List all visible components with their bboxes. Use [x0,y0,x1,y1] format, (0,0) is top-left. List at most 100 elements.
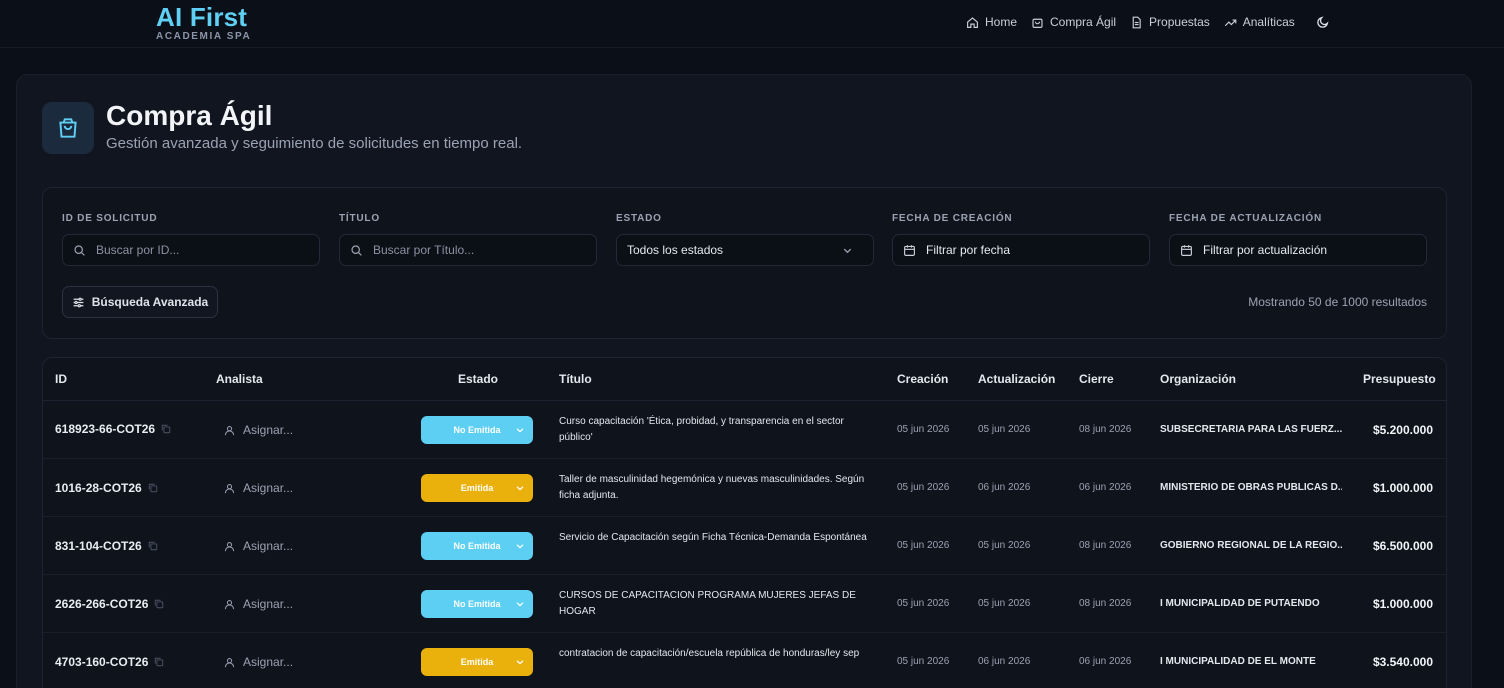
brand-logo[interactable]: AI First ACADEMIA SPA [156,3,251,43]
title-search-placeholder: Buscar por Título... [373,243,475,257]
request-id: 618923-66-COT26 [55,422,156,436]
search-icon [74,244,85,256]
budget: $1.000.000 [1372,597,1433,611]
column-header-id[interactable]: ID [55,372,67,386]
calendar-icon [1181,244,1192,256]
user-icon [224,425,235,435]
document-icon [1132,16,1141,28]
copy-icon[interactable] [148,541,158,551]
close-date: 08 jun 2026 [1079,424,1132,435]
request-id: 1016-28-COT26 [55,481,142,495]
home-icon [967,16,978,28]
updated-date-placeholder: Filtrar por actualización [1203,243,1328,257]
assign-analyst-button[interactable]: Asignar... [224,597,293,611]
request-title[interactable]: Taller de masculinidad hegemónica y nuev… [559,472,869,504]
request-title[interactable]: Servicio de Capacitación según Ficha Téc… [559,530,869,546]
chevron-down-icon [516,544,524,549]
copy-icon[interactable] [154,599,164,609]
status-select-value: Todos los estados [627,243,724,257]
id-search-input[interactable]: Buscar por ID... [62,234,320,266]
table-row-id[interactable]: 2626-266-COT26 [55,597,164,611]
results-table [42,357,1447,688]
shopping-bag-icon [1032,18,1043,28]
user-icon [224,483,235,493]
column-header-organization[interactable]: Organización [1160,372,1236,386]
nav-item-analiticas[interactable]: Analíticas [1224,14,1295,30]
column-header-updated[interactable]: Actualización [978,372,1055,386]
budget: $1.000.000 [1372,481,1433,495]
status-label: No Emitida [453,425,501,435]
status-dropdown[interactable]: Emitida [421,474,533,502]
request-id: 4703-160-COT26 [55,655,149,669]
budget: $6.500.000 [1372,539,1433,553]
column-header-budget[interactable]: Presupuesto [1363,372,1436,386]
chevron-down-icon [516,602,524,607]
table-row-id[interactable]: 1016-28-COT26 [55,481,158,495]
updated-date-picker[interactable]: Filtrar por actualización [1169,234,1427,266]
nav-item-home[interactable]: Home [966,14,1017,30]
request-id: 2626-266-COT26 [55,597,149,611]
row-divider [43,516,1446,517]
nav-item-label: Compra Ágil [1050,15,1117,29]
assign-analyst-button[interactable]: Asignar... [224,539,293,553]
table-header-divider [43,400,1446,401]
assign-analyst-button[interactable]: Asignar... [224,655,293,669]
moon-icon[interactable] [1316,15,1330,29]
top-nav: AI First ACADEMIA SPA Home Compra Ágil P… [0,0,1504,48]
analyst-label: Asignar... [243,597,294,611]
column-header-created[interactable]: Creación [897,372,948,386]
filter-title-label: TÍTULO [339,213,380,224]
status-label: Emitida [460,483,494,493]
request-title[interactable]: contratacion de capacitación/escuela rep… [559,646,869,662]
created-date: 05 jun 2026 [897,656,950,667]
user-icon [224,541,235,551]
created-date: 05 jun 2026 [897,540,950,551]
request-title[interactable]: CURSOS DE CAPACITACION PROGRAMA MUJERES … [559,588,869,620]
status-dropdown[interactable]: Emitida [421,648,533,676]
title-search-input[interactable]: Buscar por Título... [339,234,597,266]
row-divider [43,574,1446,575]
row-divider [43,632,1446,633]
calendar-icon [904,244,915,256]
column-header-analyst[interactable]: Analista [216,372,263,386]
nav-item-propuestas[interactable]: Propuestas [1130,14,1210,30]
advanced-search-button[interactable]: Búsqueda Avanzada [62,286,218,318]
table-row-id[interactable]: 4703-160-COT26 [55,655,164,669]
assign-analyst-button[interactable]: Asignar... [224,481,293,495]
budget: $5.200.000 [1372,423,1433,437]
analyst-label: Asignar... [243,539,294,553]
table-row-id[interactable]: 618923-66-COT26 [55,422,171,436]
filter-created-label: FECHA DE CREACIÓN [892,213,1013,224]
column-header-title[interactable]: Título [559,372,592,386]
nav-item-compra-agil[interactable]: Compra Ágil [1031,14,1116,30]
sliders-icon [73,297,84,307]
request-id: 831-104-COT26 [55,539,142,553]
brand-subtitle: ACADEMIA SPA [156,31,252,42]
close-date: 08 jun 2026 [1079,598,1132,609]
chevron-down-icon [516,428,524,433]
column-header-close[interactable]: Cierre [1079,372,1114,386]
status-select[interactable]: Todos los estados [616,234,874,266]
nav-item-label: Analíticas [1242,15,1295,29]
request-title[interactable]: Curso capacitación 'Ética, probidad, y t… [559,414,869,446]
brand-title: AI First [156,2,248,32]
chevron-down-icon [843,248,852,254]
created-date-picker[interactable]: Filtrar por fecha [892,234,1150,266]
copy-icon[interactable] [148,483,158,493]
copy-icon[interactable] [154,657,164,667]
page-title: Compra Ágil [106,100,273,131]
nav-links: Home Compra Ágil Propuestas Analíticas [966,14,1309,30]
nav-item-label: Home [985,15,1018,29]
filter-status-label: ESTADO [616,213,662,224]
status-dropdown[interactable]: No Emitida [421,532,533,560]
table-row-id[interactable]: 831-104-COT26 [55,539,158,553]
status-dropdown[interactable]: No Emitida [421,590,533,618]
trending-up-icon [1224,18,1237,26]
assign-analyst-button[interactable]: Asignar... [224,423,293,437]
column-header-status[interactable]: Estado [458,372,498,386]
close-date: 06 jun 2026 [1079,656,1132,667]
status-dropdown[interactable]: No Emitida [421,416,533,444]
copy-icon[interactable] [161,424,171,434]
created-date-placeholder: Filtrar por fecha [926,243,1011,257]
user-icon [224,657,235,667]
